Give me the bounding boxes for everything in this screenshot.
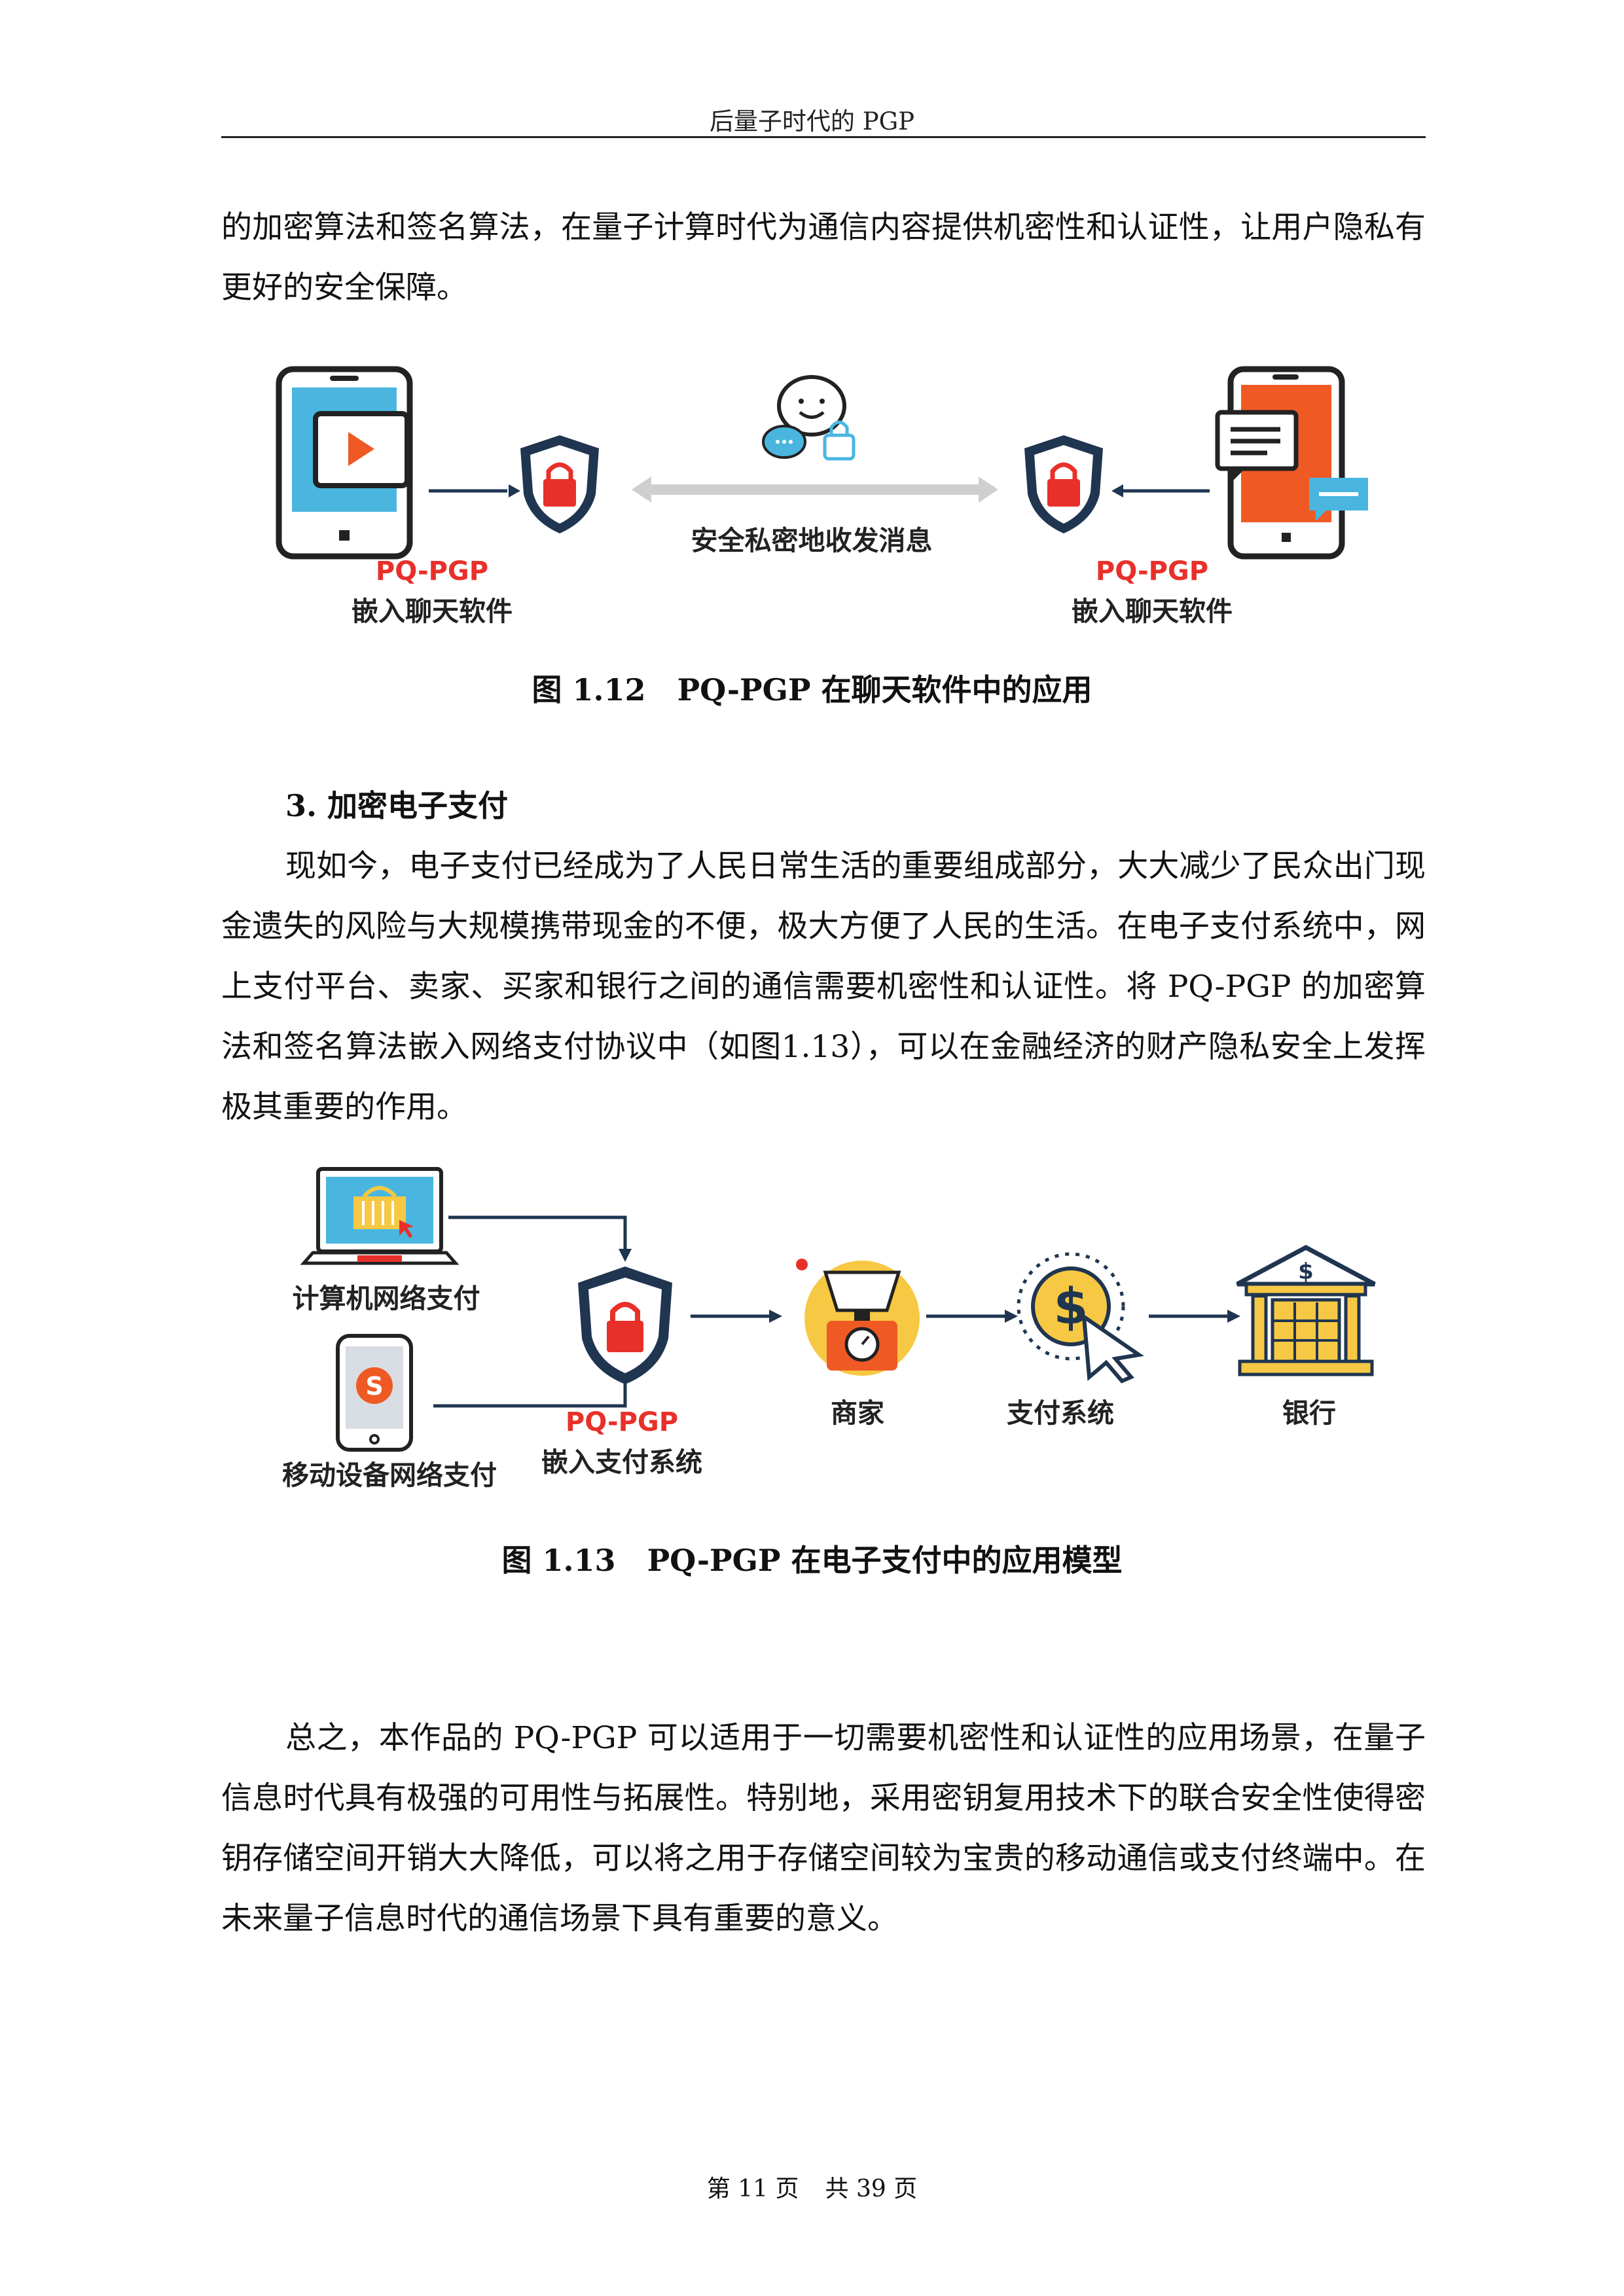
caption-number: 图 1.12 [532, 672, 646, 708]
header-rule [221, 136, 1426, 138]
page-total: 共 39 页 [825, 2176, 918, 2202]
mobile-payment-icon: S [336, 1334, 413, 1452]
merchant-scale-icon [796, 1259, 920, 1376]
caption-text: PQ-PGP 在电子支付中的应用模型 [647, 1543, 1123, 1578]
arrow-to-bank [1149, 1310, 1240, 1323]
paragraph-intro: 的加密算法和签名算法，在量子计算时代为通信内容提供机密性和认证性，让用户隐私有更… [221, 209, 1426, 306]
svg-text:$: $ [1298, 1259, 1314, 1285]
caption-text: PQ-PGP 在聊天软件中的应用 [677, 672, 1092, 708]
shield-lock-icon-right [1024, 435, 1103, 533]
label-embed-chat-right: 嵌入聊天软件 [1072, 596, 1233, 627]
label-embed-chat-left: 嵌入聊天软件 [352, 596, 513, 627]
figure-caption-1-12: 图 1.12 PQ-PGP 在聊天软件中的应用 [0, 666, 1624, 709]
phone-video-icon [276, 366, 413, 560]
arrow-to-merchant [691, 1310, 782, 1323]
phone-chat-icon [1215, 366, 1368, 560]
label-pqpgp-payment: PQ-PGP [565, 1407, 679, 1437]
chat-lock-icon [762, 375, 856, 461]
payment-system-icon: $ [1017, 1252, 1144, 1384]
arrow-right [429, 484, 520, 497]
figure-caption-1-13: 图 1.13 PQ-PGP 在电子支付中的应用模型 [0, 1537, 1624, 1580]
label-bank: 银行 [1282, 1397, 1336, 1429]
label-mobile-payment: 移动设备网络支付 [282, 1460, 497, 1491]
figure-chat: 安全私密地收发消息 PQ-PGP 嵌入聊天软件 PQ-PGP 嵌入聊天软件 [262, 366, 1388, 628]
label-pqpgp-left: PQ-PGP [375, 556, 489, 586]
figure-payment: 计算机网络支付 S 移动设备网络支付 PQ-PGP 嵌入支付系统 商家 $ 支付… [262, 1165, 1388, 1505]
label-secure-messaging: 安全私密地收发消息 [691, 525, 933, 556]
page-header-title: 后量子时代的 PGP [709, 107, 915, 135]
label-embed-payment: 嵌入支付系统 [541, 1446, 702, 1478]
bank-icon: $ [1236, 1245, 1376, 1376]
label-payment-system: 支付系统 [1007, 1397, 1114, 1429]
caption-number: 图 1.13 [501, 1543, 616, 1578]
paragraph-summary: 总之，本作品的 PQ-PGP 可以适用于一切需要机密性和认证性的应用场景，在量子… [221, 1720, 1426, 1937]
laptop-shopping-icon [300, 1167, 460, 1265]
label-computer-payment: 计算机网络支付 [292, 1283, 480, 1314]
label-pqpgp-right: PQ-PGP [1095, 556, 1209, 586]
arrow-left [1111, 484, 1210, 497]
label-merchant: 商家 [831, 1397, 884, 1429]
paragraph-payment: 现如今，电子支付已经成为了人民日常生活的重要组成部分，大大减少了民众出门现金遗失… [221, 848, 1426, 1125]
shield-lock-icon-payment [578, 1266, 672, 1384]
svg-text:S: S [365, 1372, 383, 1401]
double-arrow [632, 476, 998, 503]
connector-computer [448, 1215, 632, 1262]
page-footer: 第 11 页共 39 页 [0, 2170, 1624, 2204]
arrow-to-system [926, 1310, 1018, 1323]
page-number: 第 11 页 [706, 2176, 799, 2202]
shield-lock-icon-left [520, 435, 599, 533]
section-heading: 3. 加密电子支付 [285, 788, 509, 823]
